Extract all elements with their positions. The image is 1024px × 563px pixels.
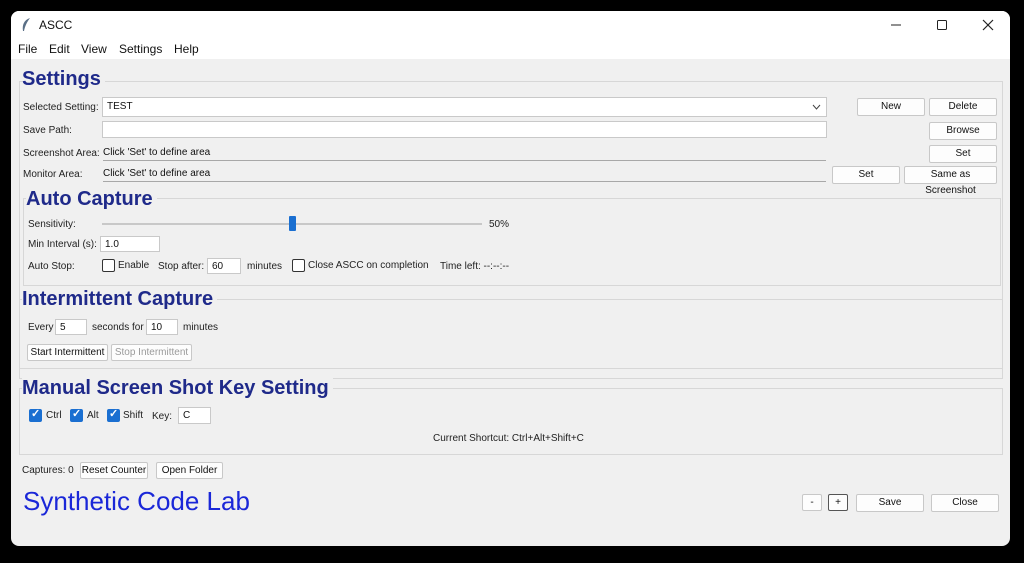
min-interval-label: Min Interval (s): bbox=[28, 239, 97, 250]
screenshot-area-value: Click 'Set' to define area bbox=[103, 146, 826, 161]
for-minutes-input[interactable]: 10 bbox=[146, 319, 178, 335]
set-monitor-button[interactable]: Set bbox=[832, 166, 900, 184]
open-folder-button[interactable]: Open Folder bbox=[156, 462, 223, 479]
sensitivity-value: 50% bbox=[489, 219, 510, 230]
close-on-completion-checkbox[interactable] bbox=[292, 259, 305, 272]
captures-count: Captures: 0 bbox=[22, 465, 74, 476]
title-bar: ASCC bbox=[11, 11, 1010, 39]
intermittent-title: Intermittent Capture bbox=[22, 288, 218, 311]
alt-label: Alt bbox=[87, 410, 99, 421]
stop-after-minutes-label: minutes bbox=[247, 261, 283, 272]
save-path-label: Save Path: bbox=[23, 125, 72, 136]
browse-button[interactable]: Browse bbox=[929, 122, 997, 140]
reset-counter-button[interactable]: Reset Counter bbox=[80, 462, 148, 479]
minimize-icon[interactable] bbox=[890, 19, 902, 31]
chevron-down-icon bbox=[812, 104, 821, 110]
stop-intermittent-button[interactable]: Stop Intermittent bbox=[111, 344, 192, 361]
screenshot-area-label: Screenshot Area: bbox=[23, 148, 100, 159]
current-shortcut-text: Current Shortcut: Ctrl+Alt+Shift+C bbox=[433, 433, 584, 444]
zoom-in-button[interactable]: + bbox=[828, 494, 848, 511]
close-on-completion-label: Close ASCC on completion bbox=[308, 260, 429, 271]
zoom-out-button[interactable]: - bbox=[802, 494, 822, 511]
sensitivity-label: Sensitivity: bbox=[28, 219, 76, 230]
key-input[interactable]: C bbox=[178, 407, 211, 424]
alt-checkbox[interactable] bbox=[70, 407, 83, 422]
auto-capture-frame bbox=[23, 198, 1001, 286]
menu-bar: File Edit View Settings Help bbox=[11, 39, 1010, 59]
monitor-area-value: Click 'Set' to define area bbox=[103, 167, 826, 182]
new-button[interactable]: New bbox=[857, 98, 925, 116]
shift-checkbox[interactable] bbox=[107, 407, 120, 422]
window-title: ASCC bbox=[39, 18, 73, 32]
sensitivity-slider-thumb[interactable] bbox=[288, 216, 296, 231]
every-seconds-input[interactable]: 5 bbox=[55, 319, 87, 335]
delete-button[interactable]: Delete bbox=[929, 98, 997, 116]
feather-icon bbox=[22, 18, 30, 31]
start-intermittent-button[interactable]: Start Intermittent bbox=[27, 344, 108, 361]
menu-edit[interactable]: Edit bbox=[49, 42, 70, 56]
time-left-text: Time left: --:--:-- bbox=[440, 261, 510, 272]
stop-after-input[interactable]: 60 bbox=[207, 258, 241, 274]
menu-help[interactable]: Help bbox=[174, 42, 199, 56]
brand-label: Synthetic Code Lab bbox=[23, 486, 250, 516]
monitor-area-label: Monitor Area: bbox=[23, 169, 83, 180]
intermittent-minutes-label: minutes bbox=[183, 322, 219, 333]
auto-capture-title: Auto Capture bbox=[26, 188, 157, 211]
auto-stop-label: Auto Stop: bbox=[28, 261, 75, 272]
close-button[interactable]: Close bbox=[931, 494, 999, 512]
maximize-icon[interactable] bbox=[936, 19, 948, 31]
every-label: Every bbox=[28, 322, 54, 333]
seconds-for-label: seconds for bbox=[92, 322, 144, 333]
menu-view[interactable]: View bbox=[81, 42, 107, 56]
ctrl-label: Ctrl bbox=[46, 410, 62, 421]
stop-after-label: Stop after: bbox=[158, 261, 205, 272]
enable-checkbox[interactable] bbox=[102, 259, 115, 272]
set-screenshot-button[interactable]: Set bbox=[929, 145, 997, 163]
enable-label: Enable bbox=[118, 260, 150, 271]
selected-setting-label: Selected Setting: bbox=[23, 102, 99, 113]
selected-setting-value: TEST bbox=[107, 101, 133, 112]
settings-title: Settings bbox=[22, 68, 105, 91]
ctrl-checkbox[interactable] bbox=[29, 407, 42, 422]
min-interval-input[interactable]: 1.0 bbox=[100, 236, 160, 252]
manual-key-title: Manual Screen Shot Key Setting bbox=[22, 377, 333, 400]
save-button[interactable]: Save bbox=[856, 494, 924, 512]
save-path-input[interactable] bbox=[102, 121, 827, 138]
app-window: ASCC File Edit View Settings Help Settin… bbox=[11, 11, 1010, 546]
same-as-screenshot-button[interactable]: Same as Screenshot bbox=[904, 166, 997, 196]
menu-file[interactable]: File bbox=[18, 42, 37, 56]
close-window-icon[interactable] bbox=[982, 19, 994, 31]
shift-label: Shift bbox=[123, 410, 144, 421]
key-label: Key: bbox=[152, 411, 173, 422]
menu-settings[interactable]: Settings bbox=[119, 42, 162, 56]
selected-setting-dropdown[interactable]: TEST bbox=[102, 97, 827, 117]
